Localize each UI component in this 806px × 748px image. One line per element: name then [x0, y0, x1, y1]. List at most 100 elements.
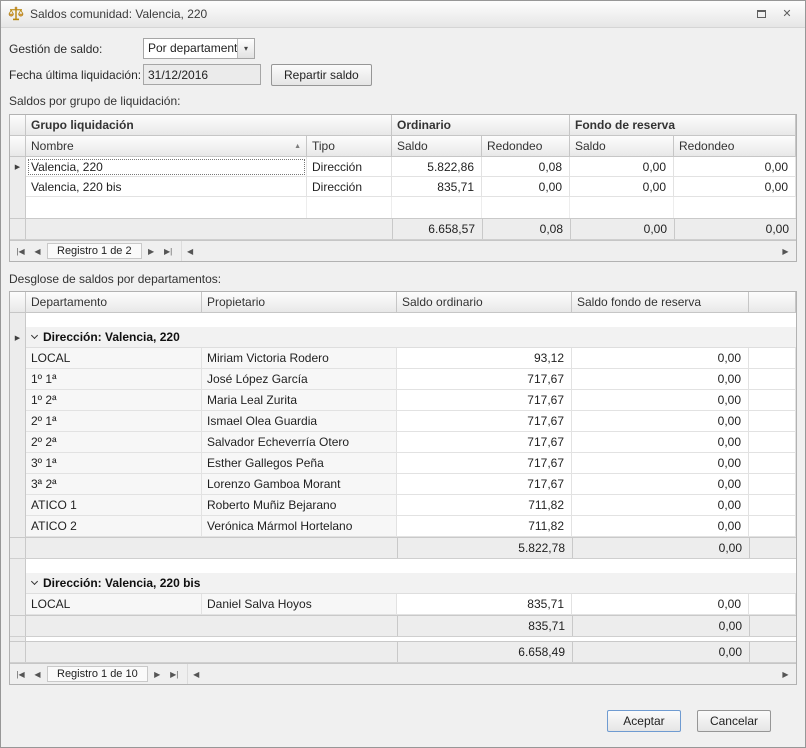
groups-first-record-button[interactable]: |◀	[12, 247, 29, 256]
cell[interactable]: 835,71	[392, 177, 482, 197]
cell[interactable]: 0,00	[674, 177, 796, 197]
cell[interactable]: 0,00	[572, 594, 749, 615]
groups-next-record-button[interactable]: ▶	[143, 247, 160, 256]
detail-prev-record-button[interactable]: ◀	[29, 670, 46, 679]
cell[interactable]: 717,67	[397, 474, 572, 495]
fecha-liquidacion-field[interactable]	[143, 64, 261, 85]
detail-scroll-left-button[interactable]: ◀	[188, 670, 205, 679]
cell[interactable]: 0,00	[572, 432, 749, 453]
cell[interactable]: 0,00	[570, 177, 674, 197]
group-row-content[interactable]: Dirección: Valencia, 220 bis	[26, 573, 796, 594]
cell[interactable]: 0,08	[482, 157, 570, 177]
cell[interactable]: 835,71	[397, 594, 572, 615]
column-header[interactable]: Redondeo	[674, 136, 796, 157]
table-row[interactable]: LOCALMiriam Victoria Rodero93,120,00	[10, 348, 796, 369]
group-row[interactable]: ▶Dirección: Valencia, 220	[10, 327, 796, 348]
chevron-down-icon[interactable]	[31, 332, 38, 339]
detail-horizontal-scrollbar[interactable]: ◀▶	[187, 664, 794, 684]
column-header[interactable]: Saldo	[392, 136, 482, 157]
cell[interactable]: Esther Gallegos Peña	[202, 453, 397, 474]
detail-last-record-button[interactable]: ▶|	[166, 670, 183, 679]
detail-first-record-button[interactable]: |◀	[12, 670, 29, 679]
cell[interactable]: José López García	[202, 369, 397, 390]
aceptar-button[interactable]: Aceptar	[607, 710, 681, 732]
group-row[interactable]: Dirección: Valencia, 220 bis	[10, 573, 796, 594]
cell[interactable]: 0,00	[572, 348, 749, 369]
cell[interactable]: 0,00	[570, 157, 674, 177]
groups-scroll-right-button[interactable]: ▶	[777, 247, 794, 256]
cell[interactable]: Maria Leal Zurita	[202, 390, 397, 411]
cell[interactable]: 1º 1ª	[26, 369, 202, 390]
column-header[interactable]: Saldo ordinario	[397, 292, 572, 313]
cell[interactable]: 711,82	[397, 495, 572, 516]
detail-scroll-right-button[interactable]: ▶	[777, 670, 794, 679]
cell[interactable]: Dirección	[307, 157, 392, 177]
cell[interactable]: 0,00	[674, 157, 796, 177]
cell[interactable]: Roberto Muñiz Bejarano	[202, 495, 397, 516]
table-row[interactable]: ▶Valencia, 220Dirección5.822,860,080,000…	[10, 157, 796, 177]
repartir-saldo-button[interactable]: Repartir saldo	[271, 64, 372, 86]
cell[interactable]: ATICO 2	[26, 516, 202, 537]
table-row[interactable]: ATICO 2Verónica Mármol Hortelano711,820,…	[10, 516, 796, 537]
column-header[interactable]: Redondeo	[482, 136, 570, 157]
combo-dropdown-button[interactable]: ▾	[237, 39, 254, 58]
cell[interactable]: 2º 1ª	[26, 411, 202, 432]
detail-next-record-button[interactable]: ▶	[149, 670, 166, 679]
cell[interactable]: Dirección	[307, 177, 392, 197]
groups-last-record-button[interactable]: ▶|	[160, 247, 177, 256]
column-header[interactable]: Nombre▲	[26, 136, 307, 157]
cell[interactable]: 0,00	[572, 474, 749, 495]
band-header[interactable]: Grupo liquidación	[26, 115, 392, 136]
group-row-content[interactable]: Dirección: Valencia, 220	[26, 327, 796, 348]
column-header[interactable]: Tipo	[307, 136, 392, 157]
cell[interactable]: Valencia, 220 bis	[26, 177, 307, 197]
table-row[interactable]: 2º 2ªSalvador Echeverría Otero717,670,00	[10, 432, 796, 453]
cell[interactable]: Valencia, 220	[26, 157, 307, 177]
cell[interactable]: 717,67	[397, 390, 572, 411]
titlebar[interactable]: Saldos comunidad: Valencia, 220 ✕	[1, 1, 805, 28]
groups-horizontal-scrollbar[interactable]: ◀▶	[181, 241, 794, 261]
cell[interactable]: 3ª 2ª	[26, 474, 202, 495]
column-header[interactable]: Saldo fondo de reserva	[572, 292, 749, 313]
table-row[interactable]: 3ª 2ªLorenzo Gamboa Morant717,670,00	[10, 474, 796, 495]
cell[interactable]: LOCAL	[26, 594, 202, 615]
column-header[interactable]: Saldo	[570, 136, 674, 157]
groups-prev-record-button[interactable]: ◀	[29, 247, 46, 256]
cell[interactable]: LOCAL	[26, 348, 202, 369]
cell[interactable]: 0,00	[572, 516, 749, 537]
cancelar-button[interactable]: Cancelar	[697, 710, 771, 732]
cell[interactable]: Daniel Salva Hoyos	[202, 594, 397, 615]
cell[interactable]: 717,67	[397, 453, 572, 474]
cell[interactable]: 0,00	[572, 369, 749, 390]
cell[interactable]: 0,00	[572, 495, 749, 516]
table-row[interactable]: 1º 1ªJosé López García717,670,00	[10, 369, 796, 390]
cell[interactable]: 717,67	[397, 369, 572, 390]
cell[interactable]: 0,00	[482, 177, 570, 197]
table-row[interactable]: 1º 2ªMaria Leal Zurita717,670,00	[10, 390, 796, 411]
cell[interactable]: 5.822,86	[392, 157, 482, 177]
cell[interactable]: 717,67	[397, 432, 572, 453]
close-button[interactable]: ✕	[780, 7, 794, 21]
column-header[interactable]: Propietario	[202, 292, 397, 313]
cell[interactable]: Salvador Echeverría Otero	[202, 432, 397, 453]
groups-scroll-track[interactable]	[199, 241, 777, 261]
cell[interactable]: 1º 2ª	[26, 390, 202, 411]
cell[interactable]: 0,00	[572, 390, 749, 411]
cell[interactable]: Verónica Mármol Hortelano	[202, 516, 397, 537]
table-row[interactable]: ATICO 1Roberto Muñiz Bejarano711,820,00	[10, 495, 796, 516]
groups-scroll-left-button[interactable]: ◀	[182, 247, 199, 256]
cell[interactable]: 0,00	[572, 411, 749, 432]
table-row[interactable]: 3º 1ªEsther Gallegos Peña717,670,00	[10, 453, 796, 474]
cell[interactable]: 0,00	[572, 453, 749, 474]
cell[interactable]: 93,12	[397, 348, 572, 369]
gestion-saldo-combobox[interactable]: Por departamento ▾	[143, 38, 255, 59]
restore-button[interactable]	[754, 7, 768, 21]
cell[interactable]: Ismael Olea Guardia	[202, 411, 397, 432]
table-row[interactable]: Valencia, 220 bisDirección835,710,000,00…	[10, 177, 796, 197]
band-header[interactable]: Ordinario	[392, 115, 570, 136]
table-row[interactable]: 2º 1ªIsmael Olea Guardia717,670,00	[10, 411, 796, 432]
cell[interactable]: 717,67	[397, 411, 572, 432]
column-header[interactable]: Departamento	[26, 292, 202, 313]
cell[interactable]: Miriam Victoria Rodero	[202, 348, 397, 369]
chevron-down-icon[interactable]	[31, 578, 38, 585]
